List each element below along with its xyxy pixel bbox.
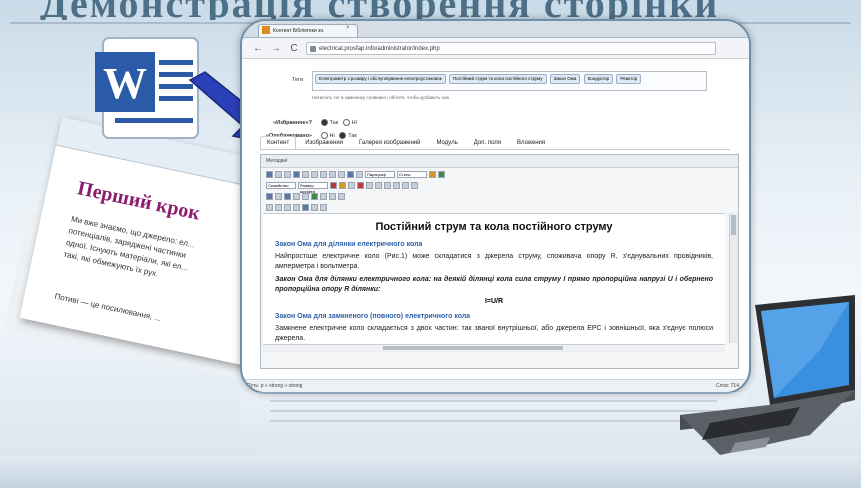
url-text: electrical.prosfap.info/administrator/in… [319, 45, 440, 52]
help-icon[interactable] [266, 170, 273, 178]
list-icon[interactable] [384, 181, 391, 189]
outdent-icon[interactable] [402, 181, 409, 189]
superscript-icon[interactable] [275, 203, 282, 211]
section-heading: Закон Ома для замкненого (повного) елект… [275, 313, 471, 320]
media-icon[interactable] [293, 203, 300, 211]
link-icon[interactable] [266, 192, 273, 200]
slide-title-ghost: Демонстрація створення сторінки [40, 0, 860, 20]
tab-content[interactable]: Контент [260, 136, 297, 149]
clear-format-icon[interactable] [348, 181, 355, 189]
copy-icon[interactable] [366, 181, 373, 189]
editor-caption: Метадані [261, 155, 738, 168]
tab-attachments[interactable]: Вложения [510, 136, 552, 149]
favicon-icon [262, 26, 270, 34]
tab-extra-fields[interactable]: Доп. поля [467, 136, 508, 149]
featured-row: «Избранное»? Так Ні [262, 119, 357, 126]
pencil-icon[interactable] [429, 170, 436, 178]
print-icon[interactable] [320, 203, 327, 211]
featured-yes-label: Так [329, 119, 339, 126]
align-left-icon[interactable] [329, 170, 336, 178]
underline-icon[interactable] [311, 170, 318, 178]
undo-icon[interactable] [275, 170, 282, 178]
svg-text:W: W [103, 59, 147, 108]
featured-yes-radio[interactable] [320, 119, 328, 126]
laptop-icon [680, 295, 855, 455]
redo-icon[interactable] [284, 170, 291, 178]
editor-toolbar-row-1: Параграф Стили [261, 169, 738, 179]
url-input[interactable]: electrical.prosfap.info/administrator/in… [306, 41, 716, 55]
editor-content[interactable]: Постійний струм та кола постійного струм… [263, 213, 725, 344]
font-family-select[interactable]: Семейство [266, 181, 296, 189]
horizontal-scrollbar[interactable] [263, 344, 725, 352]
fullscreen-icon[interactable] [302, 203, 309, 211]
check-icon[interactable] [438, 170, 445, 178]
cut-icon[interactable] [357, 181, 364, 189]
tags-hint: Натисніть тег в заміннику словника і обі… [312, 95, 449, 100]
italic-icon[interactable] [302, 170, 309, 178]
hr-icon[interactable] [338, 192, 345, 200]
align-right-icon[interactable] [347, 170, 354, 178]
paste-icon[interactable] [375, 181, 382, 189]
scroll-thumb[interactable] [731, 215, 736, 235]
lock-icon [310, 45, 316, 52]
section-heading: Закон Ома для ділянки електричного кола [275, 241, 423, 248]
replace-icon[interactable] [311, 192, 318, 200]
editor-toolbar-row-2: Семейство Размер шрифта [261, 180, 738, 194]
content-title: Постійний струм та кола постійного струм… [375, 221, 613, 233]
paragraph-select[interactable]: Параграф [365, 170, 395, 178]
ohm-formula: I=U/R [484, 298, 504, 305]
preview-icon[interactable] [311, 203, 318, 211]
indent-icon[interactable] [411, 181, 418, 189]
highlight-icon[interactable] [339, 181, 346, 189]
forward-button[interactable]: → [270, 43, 282, 54]
reflection-line [270, 420, 717, 422]
tag-chip[interactable]: Електрометр з розміру і обслуговування е… [315, 74, 446, 84]
bold-icon[interactable] [293, 170, 300, 178]
close-icon[interactable]: × [346, 25, 350, 31]
tag-chip[interactable]: Кондуктор [583, 74, 614, 84]
editor-toolbar-row-4 [261, 202, 738, 212]
code-icon[interactable] [320, 192, 327, 200]
numbered-list-icon[interactable] [393, 181, 400, 189]
tab-gallery[interactable]: Галерея изображений [352, 136, 428, 149]
tag-chip[interactable]: Реактор [616, 74, 642, 84]
browser-tab[interactable]: Контент Бібліотеки зн. [258, 24, 358, 37]
tags-label: Теги [292, 77, 304, 83]
featured-label: «Избранное»? [273, 119, 312, 126]
subscript-icon[interactable] [266, 203, 273, 211]
tags-input[interactable]: Електрометр з розміру і обслуговування е… [312, 71, 707, 91]
tab-module[interactable]: Модуль [429, 136, 464, 149]
anchor-icon[interactable] [329, 192, 336, 200]
reflection-line [270, 400, 717, 402]
back-button[interactable]: ← [252, 43, 264, 54]
reload-button[interactable]: C [288, 43, 300, 54]
section-paragraph: Найпростіше електричне коло (Рис.1) може… [275, 253, 713, 270]
browser-tabbar: Контент Бібліотеки зн. × [242, 21, 749, 38]
ohm-law-text: Закон Ома для ділянки електричного кола:… [275, 276, 713, 293]
featured-no-radio[interactable] [342, 119, 350, 126]
charmap-icon[interactable] [284, 203, 291, 211]
tag-chip[interactable]: Закон Ома [549, 74, 581, 84]
editor-toolbar-row-3 [261, 191, 738, 201]
tab-title: Контент Бібліотеки зн. [273, 28, 325, 34]
image-icon[interactable] [284, 192, 291, 200]
hscroll-thumb[interactable] [383, 346, 563, 350]
tag-chip[interactable]: Постійний струм та кола постійного струм… [448, 74, 547, 84]
reflection-line [270, 410, 717, 412]
text-color-icon[interactable] [330, 181, 337, 189]
font-size-select[interactable]: Размер шрифта [298, 181, 328, 194]
styles-select[interactable]: Стили [397, 170, 427, 178]
content-tabs: Контент Изображения Галерея изображений … [260, 129, 730, 150]
align-center-icon[interactable] [338, 170, 345, 178]
justify-icon[interactable] [356, 170, 363, 178]
strike-icon[interactable] [320, 170, 327, 178]
tab-images[interactable]: Изображения [298, 136, 350, 149]
address-bar: ← → C electrical.prosfap.info/administra… [242, 38, 749, 59]
section-paragraph: Замкнене електричне коло складається з д… [275, 325, 713, 342]
table-icon[interactable] [293, 192, 300, 200]
featured-no-label: Ні [351, 119, 357, 126]
find-icon[interactable] [302, 192, 309, 200]
unlink-icon[interactable] [275, 192, 282, 200]
status-path: Путь: p » strong » strong [247, 383, 303, 389]
